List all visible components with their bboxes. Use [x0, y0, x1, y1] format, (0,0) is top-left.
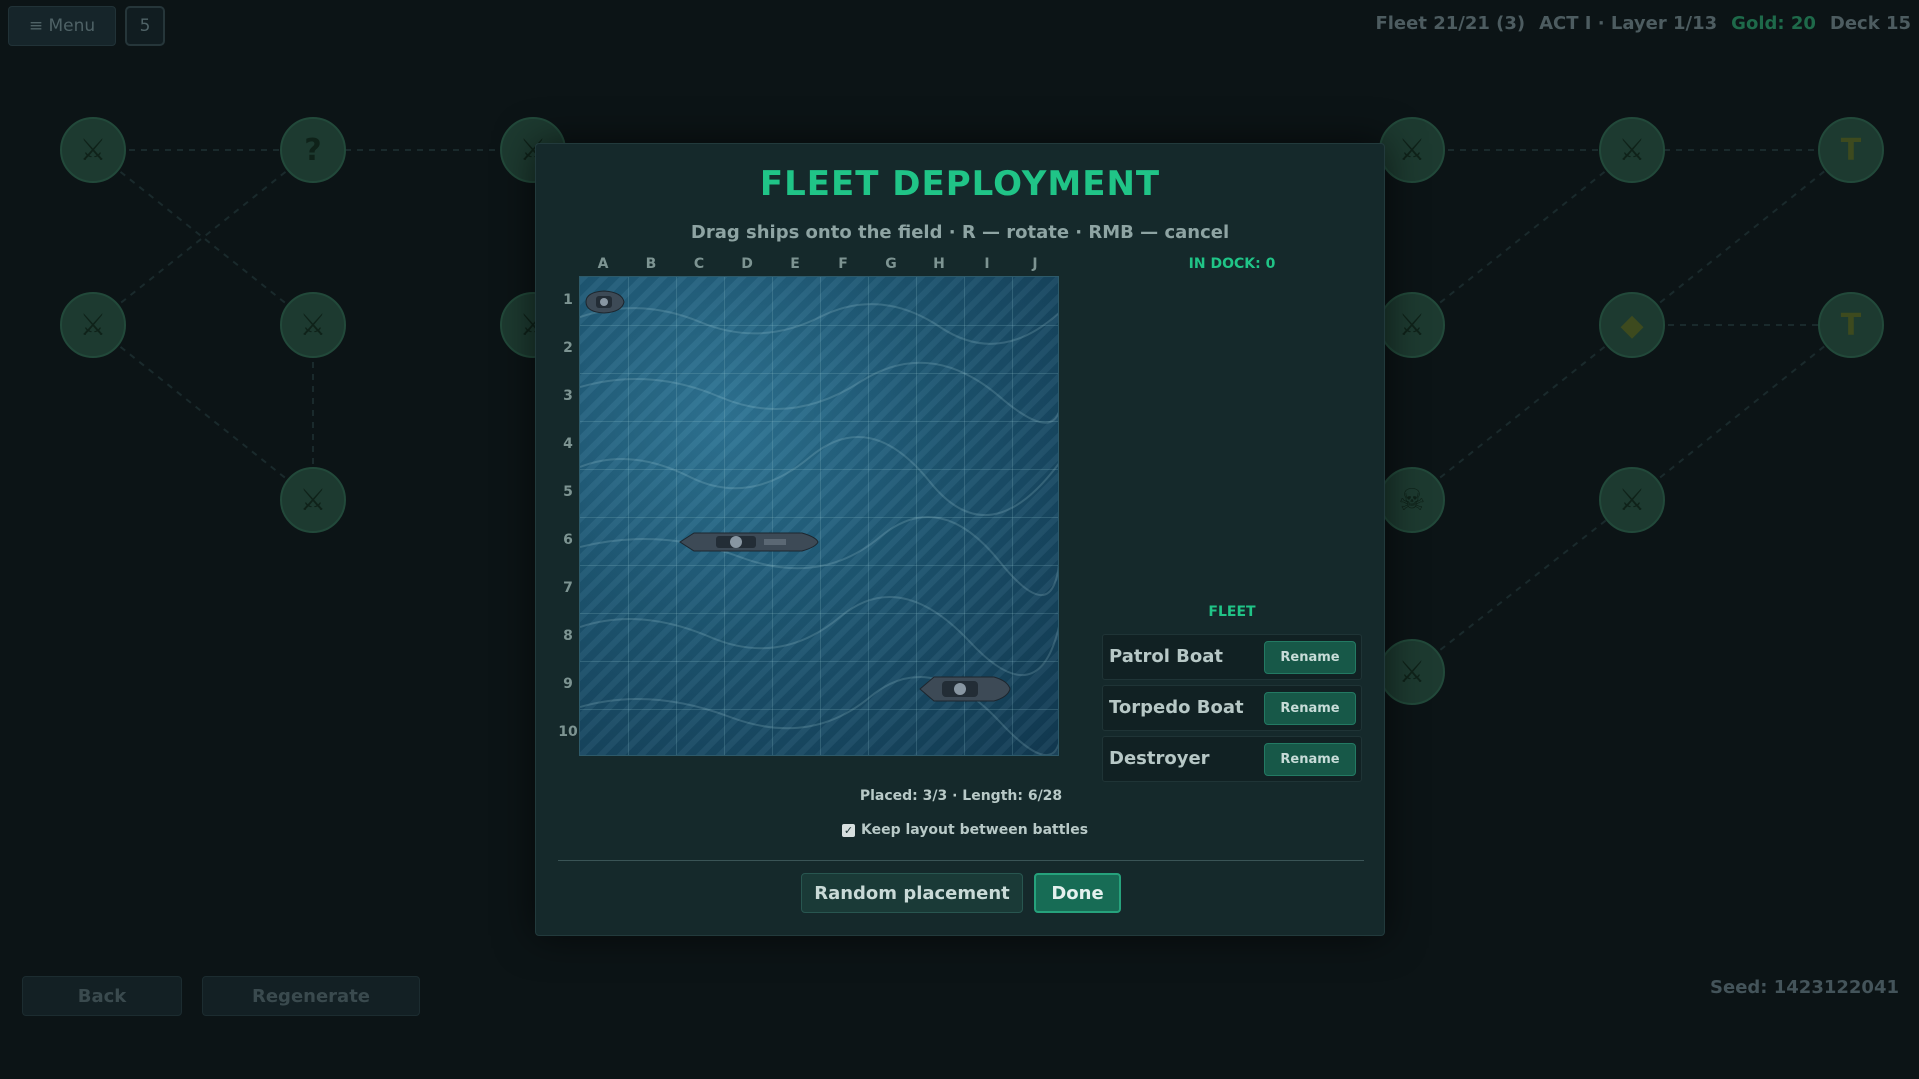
- fleet-status: Fleet 21/21 (3): [1375, 13, 1526, 34]
- rename-button[interactable]: Rename: [1264, 743, 1356, 776]
- placement-summary: Placed: 3/3 · Length: 6/28: [859, 788, 1063, 804]
- random-placement-label: Random placement: [814, 882, 1010, 904]
- column-label: G: [885, 256, 897, 272]
- map-node-battle[interactable]: ⚔: [60, 292, 126, 358]
- rename-button[interactable]: Rename: [1264, 692, 1356, 725]
- column-label: H: [933, 256, 945, 272]
- gold-status: Gold: 20: [1731, 13, 1816, 34]
- row-label: 7: [563, 580, 573, 596]
- map-node-battle[interactable]: ⚔: [60, 117, 126, 183]
- row-label: 6: [563, 532, 573, 548]
- map-node-battle[interactable]: ⚔: [1379, 639, 1445, 705]
- menu-label: ≡ Menu: [28, 16, 96, 36]
- row-label: 8: [563, 628, 573, 644]
- ship-dock[interactable]: IN DOCK: 0 FLEET: [1102, 256, 1362, 656]
- row-label: 4: [563, 436, 573, 452]
- column-label: B: [645, 256, 657, 272]
- column-label: J: [1032, 256, 1038, 272]
- back-label: Back: [77, 985, 127, 1007]
- back-button[interactable]: Back: [22, 976, 182, 1016]
- deployment-grid[interactable]: [579, 276, 1059, 756]
- column-label: C: [693, 256, 705, 272]
- act-status: ACT I · Layer 1/13: [1539, 13, 1718, 34]
- fleet-item-patrol-boat: Patrol Boat Rename: [1102, 634, 1362, 680]
- dialog-instructions: Drag ships onto the field · R — rotate ·…: [690, 222, 1230, 243]
- done-label: Done: [1051, 882, 1104, 904]
- keep-layout-checkbox[interactable]: ✓: [842, 823, 855, 837]
- menu-button[interactable]: ≡ Menu: [8, 6, 116, 46]
- fleet-deployment-dialog: FLEET DEPLOYMENT Drag ships onto the fie…: [535, 143, 1385, 936]
- column-label: F: [838, 256, 848, 272]
- map-node-shop[interactable]: T: [1818, 292, 1884, 358]
- ship-name: Destroyer: [1109, 748, 1210, 769]
- column-label: A: [597, 256, 609, 272]
- random-placement-button[interactable]: Random placement: [801, 873, 1023, 913]
- regenerate-button[interactable]: Regenerate: [202, 976, 420, 1016]
- deck-status: Deck 15: [1829, 13, 1911, 34]
- map-node-battle[interactable]: ⚔: [1599, 467, 1665, 533]
- done-button[interactable]: Done: [1034, 873, 1121, 913]
- fleet-item-destroyer: Destroyer Rename: [1102, 736, 1362, 782]
- map-node-unknown[interactable]: ?: [280, 117, 346, 183]
- fleet-section-label: FLEET: [1208, 604, 1256, 620]
- ship-name: Patrol Boat: [1109, 646, 1223, 667]
- torpedo-boat-ship[interactable]: [676, 527, 820, 557]
- map-node-battle[interactable]: ⚔: [1599, 117, 1665, 183]
- map-node-treasure[interactable]: ◆: [1599, 292, 1665, 358]
- rename-label: Rename: [1280, 701, 1340, 716]
- deck-count-button[interactable]: 5: [125, 6, 165, 46]
- map-node-shop[interactable]: T: [1818, 117, 1884, 183]
- row-label: 3: [563, 388, 573, 404]
- rename-label: Rename: [1280, 650, 1340, 665]
- keep-layout-option[interactable]: ✓ Keep layout between battles: [842, 822, 1088, 838]
- map-node-battle[interactable]: ⚔: [1379, 292, 1445, 358]
- deck-count-label: 5: [139, 16, 151, 36]
- divider: [558, 860, 1364, 861]
- seed-label: Seed: 1423122041: [1710, 977, 1899, 998]
- column-label: E: [790, 256, 800, 272]
- column-label: I: [984, 256, 990, 272]
- map-node-battle[interactable]: ⚔: [280, 467, 346, 533]
- row-label: 1: [563, 292, 573, 308]
- dock-count-label: IN DOCK: 0: [1188, 256, 1276, 272]
- row-label: 2: [563, 340, 573, 356]
- patrol-boat-ship[interactable]: [582, 287, 626, 317]
- destroyer-ship[interactable]: [916, 671, 1012, 707]
- map-node-battle[interactable]: ⚔: [1379, 117, 1445, 183]
- fleet-item-torpedo-boat: Torpedo Boat Rename: [1102, 685, 1362, 731]
- rename-label: Rename: [1280, 752, 1340, 767]
- keep-layout-label: Keep layout between battles: [861, 822, 1089, 838]
- row-label: 9: [563, 676, 573, 692]
- map-node-elite-skull[interactable]: ☠: [1379, 467, 1445, 533]
- row-label: 5: [563, 484, 573, 500]
- ship-name: Torpedo Boat: [1109, 697, 1244, 718]
- rename-button[interactable]: Rename: [1264, 641, 1356, 674]
- column-label: D: [741, 256, 753, 272]
- regenerate-label: Regenerate: [251, 985, 371, 1007]
- status-bar: Fleet 21/21 (3) ACT I · Layer 1/13 Gold:…: [1375, 13, 1911, 34]
- dialog-title: FLEET DEPLOYMENT: [759, 164, 1161, 204]
- map-node-battle[interactable]: ⚔: [280, 292, 346, 358]
- row-label: 10: [558, 724, 578, 740]
